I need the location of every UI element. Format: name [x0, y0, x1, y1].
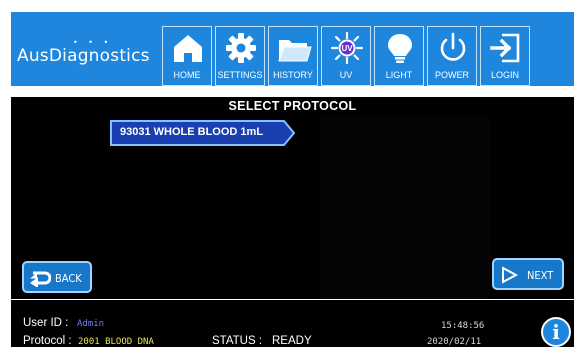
user-id-value: Admin: [77, 319, 105, 329]
ausdiagnostics-logo: • • • AusDiagnostics: [17, 38, 165, 74]
login-button[interactable]: LOGIN: [480, 26, 530, 86]
power-icon: [440, 32, 466, 61]
light-button[interactable]: LIGHT: [374, 26, 424, 86]
home-button[interactable]: HOME: [162, 26, 212, 86]
folder-icon: [278, 40, 312, 62]
protocol-label: Protocol :: [23, 335, 72, 347]
history-button[interactable]: HISTORY: [268, 26, 318, 86]
clock-time: 15:48:56: [441, 321, 485, 331]
top-toolbar: • • • AusDiagnostics HOME SETTINGS HISTO…: [11, 12, 574, 86]
login-icon: [490, 33, 520, 63]
back-arrow-icon: [30, 271, 51, 287]
home-label: HOME: [173, 70, 201, 80]
back-label: BACK: [55, 272, 82, 285]
back-button[interactable]: BACK: [22, 261, 92, 293]
status-value: READY: [272, 335, 312, 347]
next-button[interactable]: NEXT: [492, 258, 564, 290]
protocol-list-item[interactable]: 93031 WHOLE BLOOD 1mL: [110, 120, 295, 146]
svg-text:UV: UV: [341, 44, 353, 53]
protocol-item-label: 93031 WHOLE BLOOD 1mL: [120, 126, 264, 138]
page-title: SELECT PROTOCOL: [228, 99, 357, 113]
light-label: LIGHT: [385, 70, 413, 80]
info-button[interactable]: i: [541, 317, 571, 347]
power-label: POWER: [434, 70, 469, 80]
history-label: HISTORY: [273, 70, 313, 80]
home-icon: [174, 35, 202, 62]
lightbulb-icon: [388, 34, 412, 63]
settings-button[interactable]: SETTINGS: [215, 26, 265, 86]
uv-label: UV: [339, 70, 353, 80]
protocol-value: 2001 BLOOD DNA: [78, 337, 154, 347]
uv-lamp-icon: UV: [330, 31, 364, 65]
protocol-panel: SELECT PROTOCOL 93031 WHOLE BLOOD 1mL BA…: [11, 97, 574, 299]
logo-dots: • • •: [73, 38, 113, 47]
next-arrow-icon: [502, 266, 519, 284]
gear-icon: [226, 33, 256, 63]
status-bar: User ID : Admin Protocol : 2001 BLOOD DN…: [11, 300, 574, 347]
settings-label: SETTINGS: [217, 70, 263, 80]
uv-button[interactable]: UV UV: [321, 26, 371, 86]
protocol-detail-panel: [320, 117, 490, 299]
status-label: STATUS :: [212, 335, 263, 347]
next-label: NEXT: [527, 269, 554, 282]
clock-date: 2020/02/11: [427, 337, 482, 347]
login-label: LOGIN: [490, 70, 519, 80]
user-id-label: User ID :: [23, 317, 69, 329]
power-button[interactable]: POWER: [427, 26, 477, 86]
info-icon: i: [552, 320, 560, 344]
